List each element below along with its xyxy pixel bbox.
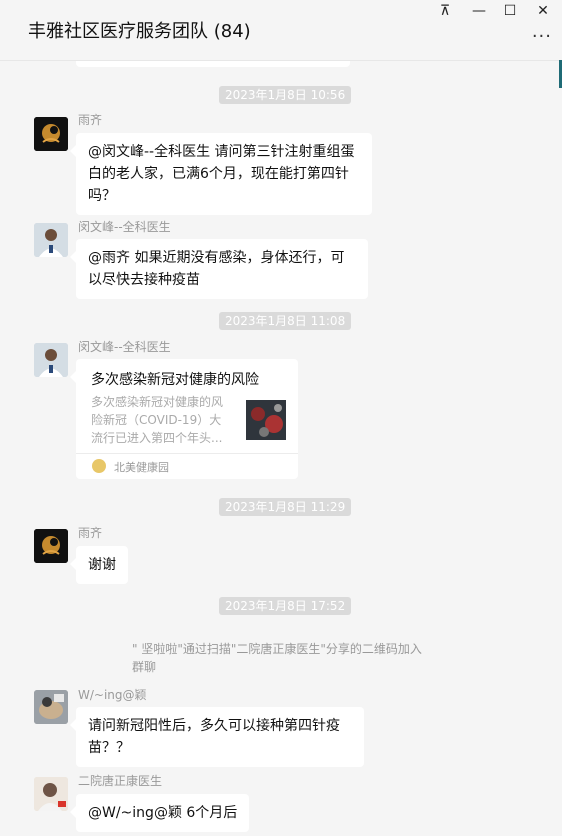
- link-card[interactable]: 多次感染新冠对健康的风险 多次感染新冠对健康的风险新冠（COVID-19）大流行…: [70, 359, 298, 480]
- doctor-avatar[interactable]: [34, 223, 68, 257]
- sender-name: 雨齐: [78, 526, 103, 540]
- timestamp: 2023年1月8日 10:56: [219, 86, 352, 104]
- message-bubble[interactable]: 请问新冠阳性后，多久可以接种第四针疫苗？？: [70, 707, 364, 767]
- source-logo-icon: [92, 459, 106, 473]
- timestamp: 2023年1月8日 11:29: [219, 498, 352, 516]
- sender-name: 二院唐正康医生: [78, 774, 163, 788]
- sender-name: 闵文峰--全科医生: [78, 340, 171, 354]
- pin-icon[interactable]: ⊼: [434, 2, 456, 20]
- maximize-button[interactable]: ☐: [499, 2, 521, 20]
- title-bar: 丰雅社区医疗服务团队 (84) ⊼ — ☐ ✕ ···: [0, 0, 562, 61]
- card-description: 多次感染新冠对健康的风险新冠（COVID-19）大流行已进入第四个年头...: [91, 395, 224, 445]
- tang-avatar[interactable]: [34, 777, 68, 811]
- message-bubble[interactable]: @雨齐 如果近期没有感染，身体还行，可以尽快去接种疫苗: [70, 239, 368, 299]
- timestamp: 2023年1月8日 11:08: [219, 312, 352, 330]
- sender-name: 雨齐: [78, 113, 103, 127]
- chat-title: 丰雅社区医疗服务团队 (84): [28, 21, 251, 42]
- chat-window: 丰雅社区医疗服务团队 (84) ⊼ — ☐ ✕ ··· 2023年1月8日 10…: [0, 0, 562, 836]
- card-title: 多次感染新冠对健康的风险: [91, 372, 259, 388]
- message-bubble[interactable]: @闵文峰--全科医生 请问第三针注射重组蛋白的老人家，已满6个月，现在能打第四针…: [70, 133, 372, 215]
- card-footer: 北美健康园: [76, 453, 298, 480]
- minimize-button[interactable]: —: [468, 2, 490, 20]
- sender-name: W/~ing@颖: [78, 688, 147, 702]
- message-list[interactable]: 2023年1月8日 10:56 雨齐 @闵文峰--全科医生 请问第三针注射重组蛋…: [0, 61, 562, 836]
- more-options-icon[interactable]: ···: [532, 26, 552, 47]
- card-source: 北美健康园: [114, 461, 169, 474]
- close-button[interactable]: ✕: [532, 2, 554, 20]
- message-bubble[interactable]: @W/~ing@颖 6个月后: [69, 794, 250, 832]
- card-thumbnail-image: [246, 400, 286, 440]
- sender-name: 闵文峰--全科医生: [78, 220, 171, 234]
- wing-avatar[interactable]: [34, 690, 68, 724]
- doctor-avatar[interactable]: [34, 343, 68, 377]
- system-notice: " 坚啦啦"通过扫描"二院唐正康医生"分享的二维码加入群聊: [132, 642, 422, 674]
- message-bubble[interactable]: 谢谢: [70, 546, 128, 584]
- timestamp: 2023年1月8日 17:52: [219, 597, 352, 615]
- yuqi-avatar[interactable]: [34, 529, 68, 563]
- yuqi-avatar[interactable]: [34, 117, 68, 151]
- previous-message-bubble: [76, 61, 350, 67]
